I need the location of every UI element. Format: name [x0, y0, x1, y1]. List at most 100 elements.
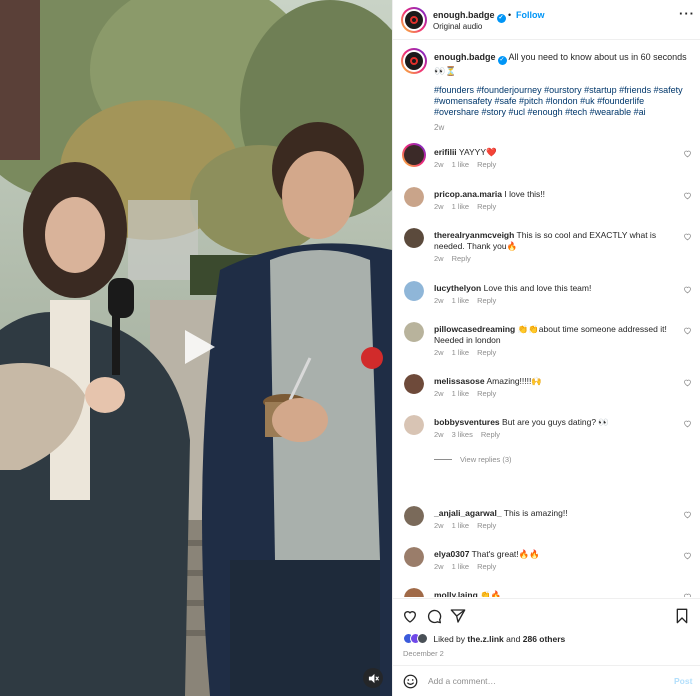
comment-username[interactable]: lucythelyon [434, 283, 481, 293]
comment-text: I love this!! [504, 189, 546, 199]
comment-timestamp: 2w [434, 562, 444, 571]
brand-logo-icon [405, 11, 423, 29]
author-username-text[interactable]: enough.badge [433, 10, 495, 20]
reply-button[interactable]: Reply [477, 202, 496, 211]
reply-button[interactable]: Reply [477, 389, 496, 398]
comment-like-heart-icon[interactable] [683, 592, 692, 597]
heart-icon[interactable] [402, 608, 418, 624]
mute-button[interactable] [363, 668, 383, 688]
comment-text-block: _anjali_agarwal_ This is amazing!! [434, 508, 674, 519]
video-player[interactable] [0, 0, 392, 696]
reply-button[interactable]: Reply [481, 430, 500, 439]
caption-hashtags[interactable]: #founders #founderjourney #ourstory #sta… [434, 85, 689, 118]
comment-username[interactable]: erifilii [434, 147, 457, 157]
comment-avatar[interactable] [404, 228, 424, 248]
comment-timestamp: 2w [434, 348, 444, 357]
liker-avatars[interactable] [403, 633, 428, 644]
comment-like-heart-icon[interactable] [683, 326, 692, 335]
comment-input[interactable] [428, 673, 658, 689]
comment-like-count[interactable]: 3 likes [452, 430, 473, 439]
comment-like-heart-icon[interactable] [683, 285, 692, 294]
add-comment-bar: Post [393, 665, 700, 696]
speaker-muted-icon [368, 673, 379, 683]
reply-button[interactable]: Reply [477, 562, 496, 571]
likes-others-count[interactable]: 286 others [523, 634, 566, 644]
follow-button[interactable]: Follow [516, 10, 545, 20]
comment-meta: 2w 1 like Reply [434, 296, 504, 305]
comment-meta: 2w 3 likes Reply [434, 430, 508, 439]
avatar-image [404, 588, 424, 597]
comment-avatar[interactable] [404, 187, 424, 207]
comment-avatar[interactable] [404, 588, 424, 597]
caption-username[interactable]: enough.badge [434, 52, 496, 62]
comment-meta: 2w 1 like Reply [434, 389, 504, 398]
comment-like-heart-icon[interactable] [683, 232, 692, 241]
comment-username[interactable]: pricop.ana.maria [434, 189, 502, 199]
comment-text-block: elya0307 That's great!🔥🔥 [434, 549, 674, 560]
reply-button[interactable]: Reply [477, 521, 496, 530]
avatar-image [404, 374, 424, 394]
comment-avatar[interactable] [404, 322, 424, 342]
comment-bubble-icon[interactable] [426, 608, 442, 624]
comment-username[interactable]: pillowcasedreaming [434, 324, 515, 334]
post-actions: Liked by the.z.link and 286 others Decem… [393, 598, 700, 663]
liker-username[interactable]: the.z.link [467, 634, 503, 644]
paper-plane-icon[interactable] [450, 608, 466, 624]
likes-summary: Liked by the.z.link and 286 others [403, 633, 565, 644]
comment-meta: 2w Reply [434, 254, 479, 263]
view-replies-button[interactable]: View replies (3) [434, 455, 512, 464]
comment-like-count[interactable]: 1 like [452, 202, 470, 211]
reply-button[interactable]: Reply [477, 160, 496, 169]
reply-button[interactable]: Reply [452, 254, 471, 263]
avatar-image [404, 547, 424, 567]
comment-like-count[interactable]: 1 like [452, 521, 470, 530]
comment-avatar[interactable] [404, 281, 424, 301]
author-avatar[interactable] [401, 7, 427, 33]
comment-username[interactable]: molly.laing [434, 590, 478, 597]
reply-button[interactable]: Reply [477, 296, 496, 305]
caption-text: enough.badge ✓ All you need to know about… [434, 51, 689, 77]
avatar-image [404, 415, 424, 435]
comment-meta: 2w 1 like Reply [434, 521, 504, 530]
comment-username[interactable]: elya0307 [434, 549, 469, 559]
caption-author-avatar[interactable] [401, 48, 427, 74]
comment-like-heart-icon[interactable] [683, 378, 692, 387]
comment-like-heart-icon[interactable] [683, 149, 692, 158]
avatar-image [404, 281, 424, 301]
comments-list[interactable]: enough.badge ✓ All you need to know about… [393, 41, 700, 597]
comment-like-count[interactable]: 1 like [452, 160, 470, 169]
instagram-post-view: enough.badge ✓ • Follow Original audio ··… [0, 0, 700, 696]
comment-like-heart-icon[interactable] [683, 551, 692, 560]
comment-avatar[interactable] [404, 547, 424, 567]
comment-like-count[interactable]: 1 like [452, 296, 470, 305]
audio-label[interactable]: Original audio [433, 22, 482, 31]
comment-avatar[interactable] [404, 374, 424, 394]
comment-username[interactable]: therealryanmcveigh [434, 230, 514, 240]
more-options-icon[interactable]: ··· [679, 7, 695, 20]
comment-username[interactable]: bobbysventures [434, 417, 500, 427]
comment-avatar[interactable] [402, 143, 426, 167]
post-comment-button[interactable]: Post [674, 676, 692, 686]
comment-text-block: therealryanmcveigh This is so cool and E… [434, 230, 674, 252]
comment-avatar[interactable] [404, 506, 424, 526]
comment-like-heart-icon[interactable] [683, 419, 692, 428]
comment-like-heart-icon[interactable] [683, 191, 692, 200]
comment-username[interactable]: melissasose [434, 376, 485, 386]
likes-prefix: Liked by [433, 634, 466, 644]
comment-like-count[interactable]: 1 like [452, 562, 470, 571]
comment-like-count[interactable]: 1 like [452, 348, 470, 357]
comment-timestamp: 2w [434, 430, 444, 439]
liker-avatar[interactable] [417, 633, 428, 644]
play-button[interactable] [177, 326, 219, 368]
bookmark-icon[interactable] [674, 608, 690, 624]
comment-like-count[interactable]: 1 like [452, 389, 470, 398]
comment-avatar[interactable] [404, 415, 424, 435]
comment-meta: 2w 1 like Reply [434, 562, 504, 571]
view-replies-label[interactable]: View replies (3) [460, 455, 512, 464]
comment-username[interactable]: _anjali_agarwal_ [434, 508, 502, 518]
emoji-smile-icon[interactable] [403, 674, 418, 689]
comment-like-heart-icon[interactable] [683, 510, 692, 519]
reply-button[interactable]: Reply [477, 348, 496, 357]
comment-meta: 2w 1 like Reply [434, 160, 504, 169]
comment-timestamp: 2w [434, 254, 444, 263]
